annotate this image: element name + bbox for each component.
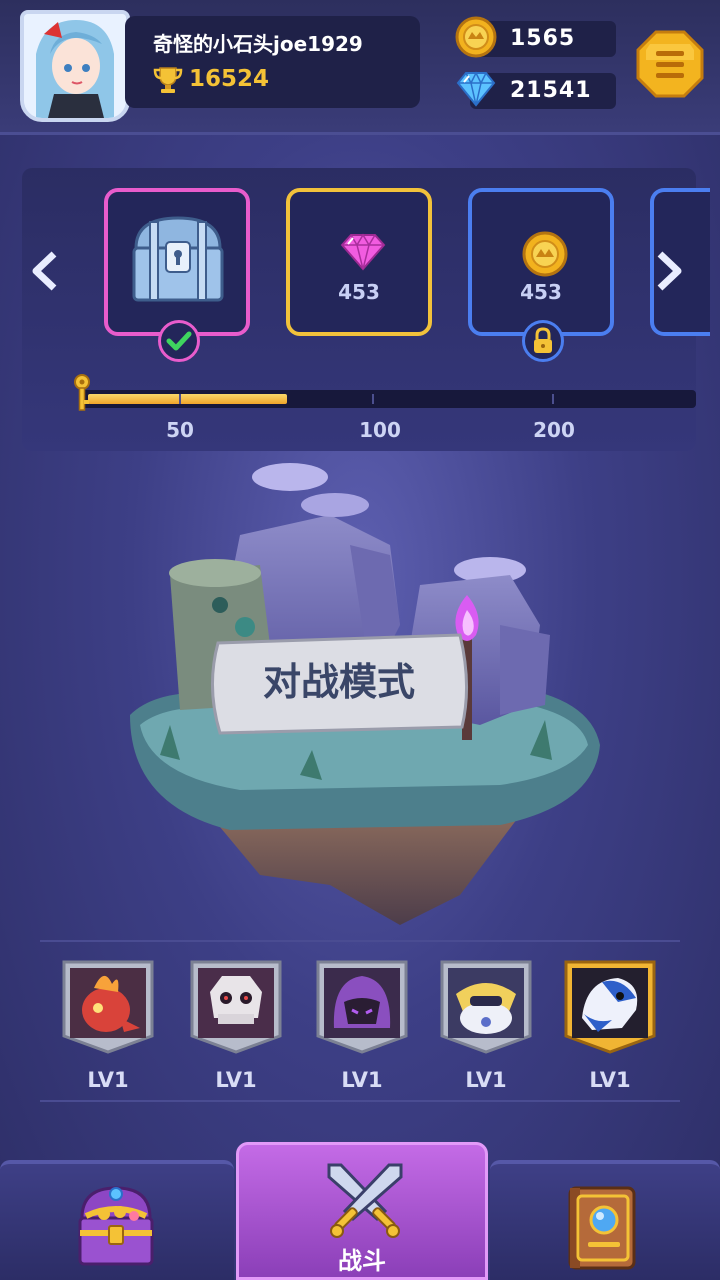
progress-tick (552, 394, 554, 404)
gold-amount: 1565 (510, 26, 576, 51)
progress-track (82, 390, 696, 408)
locked-badge (522, 320, 564, 362)
ice-bird-icon (564, 960, 656, 1054)
pink-diamond-icon (340, 233, 386, 271)
hero-level: LV1 (589, 1068, 631, 1092)
hero-level: LV1 (341, 1068, 383, 1092)
knight-icon (440, 960, 532, 1054)
check-icon (166, 331, 192, 351)
tick-label: 100 (359, 418, 401, 442)
menu-button[interactable] (636, 30, 704, 98)
key-icon (74, 374, 90, 411)
treasure-chest-icon (78, 1186, 154, 1266)
nav-battle-label: 战斗 (338, 1247, 386, 1275)
reward-track-panel: 453 453 50 100 200 (22, 168, 710, 451)
tick-label: 50 (166, 418, 194, 442)
fire-dragon-icon (62, 960, 154, 1054)
reward-value: 453 (520, 280, 562, 304)
diamond-icon (454, 69, 498, 113)
chevron-left-icon (32, 251, 57, 291)
trophy-icon (153, 66, 183, 98)
lock-icon (534, 327, 552, 353)
menu-icon (636, 30, 704, 98)
hero-slot-ice-bird[interactable] (562, 958, 658, 1054)
divider (40, 940, 680, 942)
progress-tick (179, 394, 181, 404)
hero-slot-shadow-mage[interactable] (314, 958, 410, 1054)
crossed-swords-icon (327, 1163, 403, 1238)
diamond-amount: 21541 (510, 78, 592, 103)
reward-card-gold[interactable]: 453 (468, 188, 614, 362)
skeleton-icon (190, 960, 282, 1054)
player-info-box: 奇怪的小石头joe1929 16524 (125, 16, 420, 108)
reward-card-chest[interactable] (104, 188, 250, 362)
shadow-mage-icon (316, 960, 408, 1054)
reward-value: 453 (338, 280, 380, 304)
hero-slot-skeleton[interactable] (188, 958, 284, 1054)
progress-tick (372, 394, 374, 404)
battle-mode-title: 对战模式 (262, 659, 415, 704)
hero-slot-fire-dragon[interactable] (60, 958, 156, 1054)
nav-tab-battle[interactable]: 战斗 (236, 1142, 488, 1280)
silver-chest-icon (132, 216, 224, 302)
top-bar: 奇怪的小石头joe1929 16524 1565 21541 (0, 0, 720, 135)
chevron-right-icon (657, 251, 682, 291)
hero-level: LV1 (87, 1068, 129, 1092)
player-name: 奇怪的小石头joe1929 (153, 32, 363, 56)
reward-card-diamond[interactable]: 453 (286, 188, 432, 336)
diamond-counter[interactable]: 21541 (456, 71, 616, 109)
hero-level: LV1 (215, 1068, 257, 1092)
nav-tab-spellbook[interactable] (490, 1160, 720, 1280)
hero-slot-knight[interactable] (438, 958, 534, 1054)
prev-arrow-button[interactable] (30, 250, 60, 292)
player-avatar[interactable] (20, 10, 130, 122)
next-arrow-button[interactable] (654, 250, 684, 292)
divider (40, 1100, 680, 1102)
nav-tab-treasure[interactable] (0, 1160, 234, 1280)
spellbook-icon (568, 1186, 636, 1270)
progress-fill (88, 394, 287, 404)
hero-level: LV1 (465, 1068, 507, 1092)
gold-coin-icon (522, 231, 568, 277)
gold-coin-icon (454, 15, 498, 63)
gold-counter[interactable]: 1565 (455, 16, 616, 58)
trophy-count: 16524 (189, 66, 270, 92)
claimed-check-badge (158, 320, 200, 362)
tick-label: 200 (533, 418, 575, 442)
bottom-nav: 战斗 (0, 1142, 720, 1280)
